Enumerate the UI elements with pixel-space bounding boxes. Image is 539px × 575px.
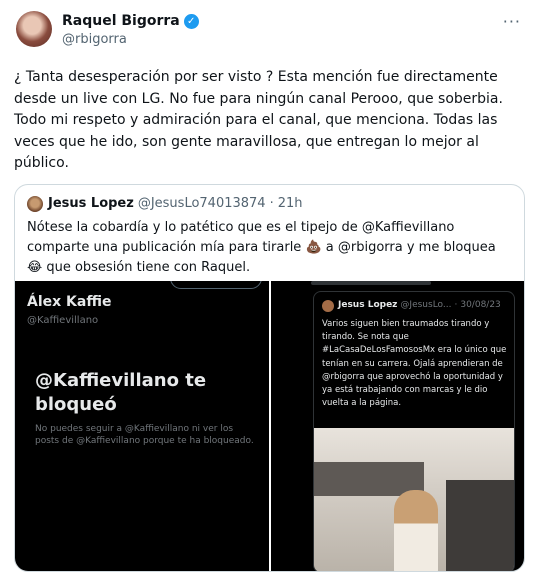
blocked-title: @Kaffievillano te bloqueó <box>35 370 207 415</box>
screenshot-date: 30/08/23 <box>460 300 501 310</box>
screenshot-tweet-card: Jesus Lopez @JesusLo... · 30/08/23 Vario… <box>313 291 515 571</box>
quote-timestamp[interactable]: 21h <box>278 196 303 211</box>
blocked-description: No puedes seguir a @Kaffievillano ni ver… <box>35 424 254 446</box>
screenshot-photo <box>314 428 514 571</box>
quote-header: Jesus Lopez @JesusLo74013874 · 21h <box>48 196 303 211</box>
quote-author-name[interactable]: Jesus Lopez <box>48 196 134 211</box>
author-avatar[interactable] <box>16 11 52 47</box>
quote-author-avatar[interactable] <box>27 196 43 212</box>
media-image-right[interactable]: Jesus Lopez @JesusLo... · 30/08/23 Vario… <box>271 281 524 571</box>
screenshot-separator: · <box>454 300 458 310</box>
author-display-name[interactable]: Raquel Bigorra <box>62 13 180 29</box>
screenshot-tweet-text: Varios siguen bien traumados tirando y t… <box>322 319 507 409</box>
quoted-tweet[interactable]: Jesus Lopez @JesusLo74013874 · 21h Nótes… <box>14 184 525 572</box>
photo-person <box>394 490 438 571</box>
blocked-profile-handle: @Kaffievillano <box>27 315 99 326</box>
quote-text: Nótese la cobardía y lo patético que es … <box>27 220 496 275</box>
screenshot-header: Jesus Lopez @JesusLo... · 30/08/23 <box>338 300 501 310</box>
author-handle[interactable]: @rbigorra <box>62 32 127 47</box>
more-options-icon[interactable]: ··· <box>503 12 521 31</box>
tweet-text: ¿ Tanta desesperación por ser visto ? Es… <box>14 69 503 171</box>
quote-media: Álex Kaffie @Kaffievillano @Kaffievillan… <box>15 281 524 571</box>
screenshot-avatar <box>322 300 334 312</box>
media-image-left[interactable]: Álex Kaffie @Kaffievillano @Kaffievillan… <box>15 281 269 571</box>
cropped-header-line <box>311 281 431 285</box>
quote-author-handle[interactable]: @JesusLo74013874 <box>138 196 266 211</box>
quote-separator: · <box>269 196 274 211</box>
screenshot-author-handle: @JesusLo... <box>400 300 452 310</box>
verified-badge-icon[interactable]: ✓ <box>183 13 199 29</box>
follow-button-outline <box>170 281 262 289</box>
screenshot-author-name: Jesus Lopez <box>338 300 398 310</box>
photo-fridge <box>446 480 514 571</box>
author-name-row: Raquel Bigorra ✓ <box>62 13 199 29</box>
blocked-profile-name: Álex Kaffie <box>27 294 112 310</box>
